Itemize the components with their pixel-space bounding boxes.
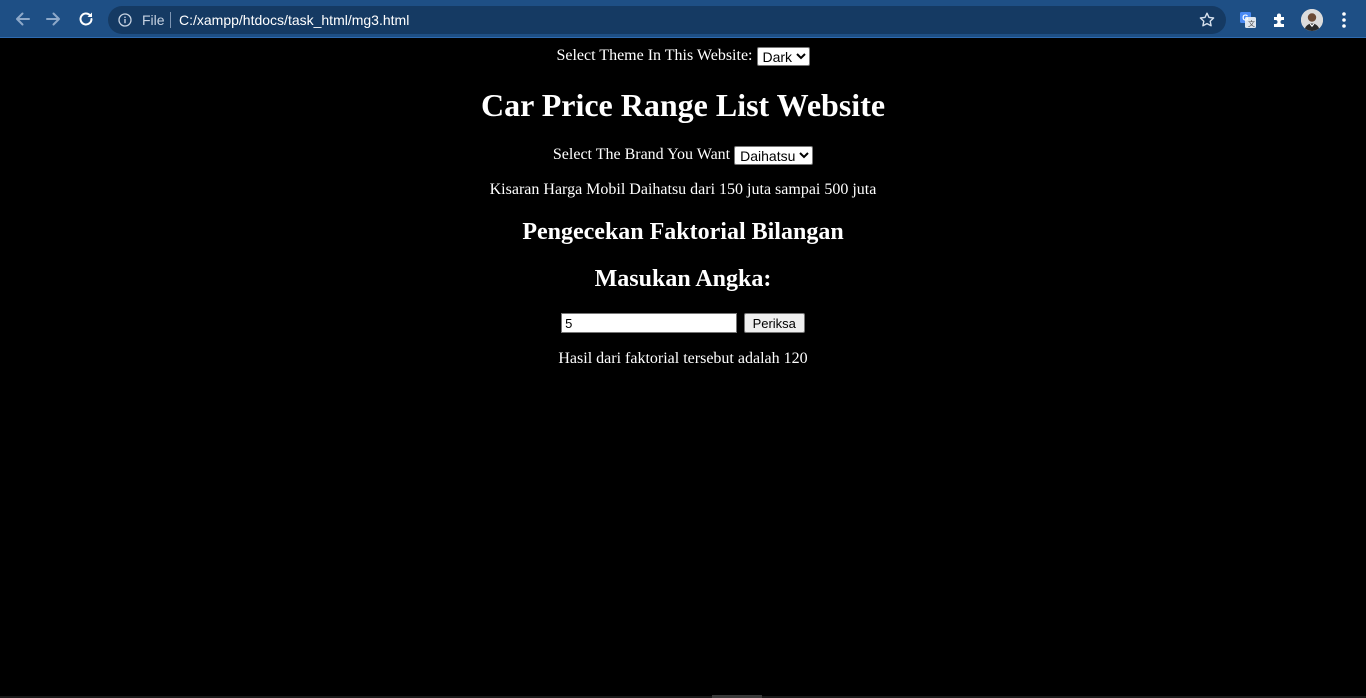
brand-row: Select The Brand You Want Daihatsu (0, 146, 1366, 165)
factorial-form: Periksa (0, 313, 1366, 333)
back-button[interactable] (11, 8, 33, 30)
page-content: Select Theme In This Website: Dark Car P… (0, 39, 1366, 698)
theme-select[interactable]: Dark (756, 47, 810, 66)
back-arrow-icon (13, 10, 31, 28)
extensions-puzzle-icon[interactable] (1270, 10, 1290, 30)
address-bar[interactable]: File C:/xampp/htdocs/task_html/mg3.html (108, 6, 1226, 34)
browser-toolbar: File C:/xampp/htdocs/task_html/mg3.html … (0, 0, 1366, 38)
brand-label: Select The Brand You Want (552, 146, 731, 164)
enter-number-title: Masukan Angka: (594, 266, 772, 292)
check-button[interactable]: Periksa (743, 313, 805, 333)
number-input[interactable] (561, 313, 738, 333)
more-menu-icon[interactable] (1336, 10, 1352, 30)
info-icon[interactable] (118, 13, 132, 27)
reload-button[interactable] (75, 8, 97, 30)
theme-label: Select Theme In This Website: (556, 47, 753, 65)
forward-button[interactable] (43, 8, 65, 30)
forward-arrow-icon (45, 10, 63, 28)
factorial-result-text: Hasil dari faktorial tersebut adalah 120 (558, 350, 808, 367)
reload-icon (77, 10, 95, 28)
price-range-text: Kisaran Harga Mobil Daihatsu dari 150 ju… (489, 181, 877, 198)
scheme-label: File (142, 12, 165, 28)
svg-text:文: 文 (1248, 19, 1255, 28)
brand-select[interactable]: Daihatsu (734, 146, 814, 165)
factorial-section-title: Pengecekan Faktorial Bilangan (522, 219, 844, 245)
theme-row: Select Theme In This Website: Dark (0, 47, 1366, 66)
profile-avatar[interactable] (1301, 9, 1323, 31)
star-icon[interactable] (1198, 11, 1216, 29)
page-title: Car Price Range List Website (480, 87, 886, 123)
omnibox-divider (170, 12, 171, 28)
translate-icon[interactable]: G文 (1238, 10, 1258, 30)
url-text[interactable]: C:/xampp/htdocs/task_html/mg3.html (179, 12, 409, 28)
